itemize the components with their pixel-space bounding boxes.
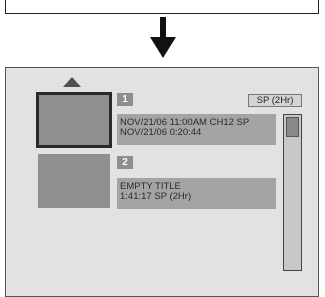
title-info-line: 1:41:17 SP (2Hr): [120, 191, 192, 202]
title-number-badge: 2: [117, 156, 133, 169]
up-arrow-icon[interactable]: [63, 77, 81, 87]
title-list-scrollbar[interactable]: [283, 114, 302, 271]
title-info-line: NOV/21/06 0:20:44: [120, 127, 202, 138]
down-arrow-icon: [150, 17, 176, 58]
title-number-badge: 1: [117, 93, 133, 106]
scrollbar-thumb[interactable]: [286, 117, 299, 137]
previous-screen-frame: [5, 0, 319, 14]
title-info-box[interactable]: EMPTY TITLE 1:41:17 SP (2Hr): [117, 178, 276, 209]
title-thumbnail-selected[interactable]: [36, 92, 112, 148]
title-info-box[interactable]: NOV/21/06 11:00AM CH12 SP NOV/21/06 0:20…: [117, 114, 276, 145]
title-list-screen: 1 SP (2Hr) NOV/21/06 11:00AM CH12 SP NOV…: [5, 67, 319, 297]
recording-mode-badge: SP (2Hr): [248, 94, 302, 107]
title-thumbnail[interactable]: [38, 154, 110, 208]
